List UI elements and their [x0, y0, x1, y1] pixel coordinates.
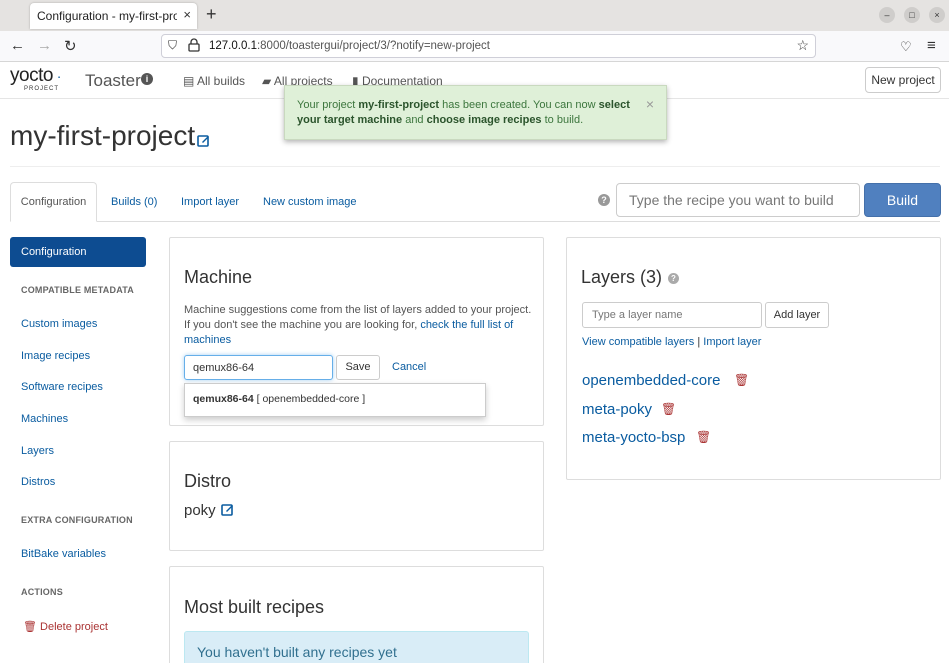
- tab-configuration[interactable]: Configuration: [10, 182, 97, 222]
- url-host: 127.0.0.1: [209, 40, 257, 52]
- title-divider: [10, 166, 940, 167]
- new-tab-icon[interactable]: +: [206, 4, 217, 25]
- notify-project-name: my-first-project: [358, 99, 440, 111]
- sidebar-item-software-recipes[interactable]: Software recipes: [21, 381, 103, 393]
- tab-import-layer[interactable]: Import layer: [181, 196, 239, 208]
- build-button[interactable]: Build: [864, 183, 941, 217]
- trash-icon: 🗑: [23, 621, 37, 633]
- project-title: my-first-project: [10, 120, 196, 151]
- layers-help-icon[interactable]: ?: [668, 273, 679, 284]
- nav-all-builds[interactable]: ▤ All builds: [183, 74, 245, 88]
- distro-heading: Distro: [184, 471, 232, 491]
- machine-input[interactable]: [184, 355, 333, 380]
- reload-icon[interactable]: ↻: [64, 37, 77, 55]
- builds-list-icon: ▤: [183, 74, 195, 88]
- trash-icon[interactable]: 🗑: [696, 430, 711, 444]
- suggestion-machine-name: qemux86-64: [193, 393, 254, 405]
- folder-icon: ▰: [262, 74, 272, 88]
- delete-project-link[interactable]: 🗑 Delete project: [23, 620, 108, 633]
- page-info-icon[interactable]: [188, 38, 200, 55]
- sidebar-heading-extra: EXTRA CONFIGURATION: [21, 515, 133, 525]
- no-recipes-info: You haven't built any recipes yet: [184, 631, 529, 663]
- tab-builds[interactable]: Builds (0): [111, 196, 157, 208]
- layer-links-separator: |: [694, 336, 704, 348]
- most-built-heading: Most built recipes: [184, 597, 325, 617]
- tabs-divider: [10, 221, 940, 222]
- sidebar-item-bitbake-variables[interactable]: BitBake variables: [21, 548, 106, 560]
- notification-close-icon[interactable]: ×: [646, 97, 654, 112]
- notify-text-4: to build.: [541, 114, 584, 126]
- import-layer-link[interactable]: Import layer: [703, 336, 761, 348]
- notify-text-2: has been created. You can now: [439, 99, 599, 111]
- browser-tab-bar: Configuration - my-first-project × + – □…: [0, 0, 949, 31]
- bookmark-star-icon[interactable]: ☆: [796, 37, 809, 54]
- sidebar-heading-actions: ACTIONS: [21, 587, 63, 597]
- sidebar-item-image-recipes[interactable]: Image recipes: [21, 350, 90, 362]
- machine-suggestion-item[interactable]: qemux86-64 [ openembedded-core ]: [184, 383, 486, 417]
- layers-heading: Layers (3): [581, 267, 663, 287]
- layer-item-openembedded-core[interactable]: openembedded-core: [582, 372, 720, 389]
- distro-card: [169, 441, 544, 551]
- view-compatible-layers-link[interactable]: View compatible layers: [582, 336, 694, 348]
- browser-tab[interactable]: Configuration - my-first-project ×: [30, 3, 197, 29]
- pocket-icon[interactable]: ♡: [900, 39, 912, 55]
- forward-icon[interactable]: →: [37, 37, 52, 54]
- add-layer-button[interactable]: Add layer: [765, 302, 829, 328]
- suggestion-layer-name: [ openembedded-core ]: [253, 393, 366, 405]
- distro-value: poky: [184, 502, 216, 519]
- recipe-build-input[interactable]: [616, 183, 860, 217]
- info-icon[interactable]: i: [141, 73, 153, 85]
- tab-new-custom-image[interactable]: New custom image: [263, 196, 357, 208]
- layer-links: View compatible layers | Import layer: [582, 336, 761, 348]
- notify-choose-recipes: choose image recipes: [426, 114, 542, 126]
- trash-icon[interactable]: 🗑: [734, 373, 749, 387]
- machine-heading: Machine: [184, 267, 253, 287]
- minimize-icon[interactable]: –: [879, 7, 895, 23]
- nav-all-builds-label: All builds: [197, 74, 246, 88]
- project-created-notification: Your project my-first-project has been c…: [284, 85, 667, 140]
- sidebar-item-custom-images[interactable]: Custom images: [21, 318, 97, 330]
- notify-text-3: and: [402, 114, 427, 126]
- sidebar-heading-compatible: COMPATIBLE METADATA: [21, 285, 134, 295]
- recipe-help-icon[interactable]: ?: [598, 194, 610, 206]
- sidebar-item-layers[interactable]: Layers: [21, 445, 54, 457]
- sidebar-item-configuration[interactable]: Configuration: [10, 237, 146, 267]
- layer-name-input[interactable]: [582, 302, 762, 328]
- toaster-brand[interactable]: Toaster: [85, 71, 141, 91]
- machine-description: Machine suggestions come from the list o…: [184, 303, 534, 348]
- new-project-button[interactable]: New project: [865, 67, 941, 93]
- url-path: :8000/toastergui/project/3/?notify=new-p…: [256, 40, 490, 52]
- shield-icon[interactable]: ⛉: [168, 38, 177, 53]
- delete-project-label: Delete project: [40, 621, 108, 633]
- logo-subtext: PROJECT: [24, 86, 60, 92]
- logo-text: yocto: [10, 65, 53, 86]
- url-bar[interactable]: ⛉ 127.0.0.1:8000/toastergui/project/3/?n…: [161, 34, 816, 58]
- yocto-logo[interactable]: yocto · PROJECT: [10, 65, 61, 92]
- edit-distro-icon[interactable]: [221, 503, 234, 519]
- close-window-icon[interactable]: ×: [929, 7, 945, 23]
- notify-text-1: Your project: [297, 99, 359, 111]
- trash-icon[interactable]: 🗑: [661, 402, 676, 416]
- url-text[interactable]: 127.0.0.1:8000/toastergui/project/3/?not…: [209, 40, 490, 52]
- layer-item-meta-poky[interactable]: meta-poky: [582, 401, 652, 418]
- browser-nav-bar: ← → ↻ ⛉ 127.0.0.1:8000/toastergui/projec…: [0, 31, 949, 62]
- tab-close-icon[interactable]: ×: [183, 7, 191, 22]
- save-machine-button[interactable]: Save: [336, 355, 380, 380]
- sidebar-item-distros[interactable]: Distros: [21, 476, 55, 488]
- browser-tab-title: Configuration - my-first-project: [37, 9, 177, 23]
- back-icon[interactable]: ←: [10, 37, 25, 54]
- menu-icon[interactable]: ≡: [927, 37, 936, 54]
- sidebar-item-machines[interactable]: Machines: [21, 413, 68, 425]
- cancel-machine-link[interactable]: Cancel: [392, 361, 426, 373]
- maximize-icon[interactable]: □: [904, 7, 920, 23]
- layer-item-meta-yocto-bsp[interactable]: meta-yocto-bsp: [582, 429, 685, 446]
- edit-project-name-icon[interactable]: [197, 134, 210, 150]
